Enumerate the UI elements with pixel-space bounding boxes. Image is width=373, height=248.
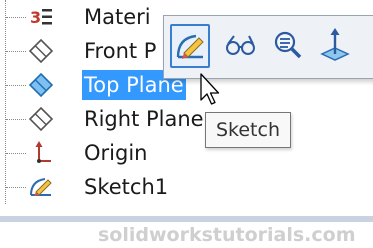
tooltip-text: Sketch bbox=[215, 119, 280, 141]
sketch-icon bbox=[176, 34, 204, 59]
zoom-to-selection-icon bbox=[274, 31, 302, 59]
tree-item-label: Materi bbox=[84, 5, 151, 29]
tree-item-label: Right Plane bbox=[84, 107, 204, 131]
tree-item-label: Sketch1 bbox=[84, 175, 169, 199]
tree-item-right-plane[interactable]: Right Plane bbox=[0, 102, 373, 136]
tree-branch-line bbox=[6, 119, 26, 120]
origin-icon bbox=[35, 141, 51, 163]
tree-branch-line bbox=[6, 51, 26, 52]
tree-item-label: Front P bbox=[84, 39, 157, 63]
context-toolbar bbox=[163, 15, 373, 79]
plane-icon bbox=[28, 106, 54, 132]
mouse-cursor-icon bbox=[200, 73, 220, 105]
tree-branch-line bbox=[6, 153, 26, 154]
tooltip: Sketch bbox=[205, 112, 291, 148]
tree-item-origin[interactable]: Origin bbox=[0, 136, 373, 170]
svg-text:3: 3 bbox=[30, 8, 41, 27]
plane-icon bbox=[28, 72, 54, 98]
tree-branch-line bbox=[6, 17, 26, 18]
sketch-button[interactable] bbox=[170, 24, 210, 68]
watermark: solidworkstutorials.com bbox=[98, 224, 356, 246]
normal-to-button[interactable] bbox=[316, 24, 354, 64]
show-hide-button[interactable] bbox=[222, 24, 260, 64]
tree-branch-line bbox=[6, 85, 26, 86]
plane-icon bbox=[28, 38, 54, 64]
tree-branch-line bbox=[6, 187, 26, 188]
sketch-icon bbox=[30, 178, 52, 196]
tree-item-sketch1[interactable]: Sketch1 bbox=[0, 170, 373, 204]
zoom-to-selection-button[interactable] bbox=[269, 24, 307, 64]
normal-to-icon bbox=[320, 28, 350, 61]
show-hide-glasses-icon bbox=[226, 35, 255, 55]
tree-item-label: Origin bbox=[84, 141, 148, 165]
material-icon: 3 bbox=[30, 8, 52, 27]
